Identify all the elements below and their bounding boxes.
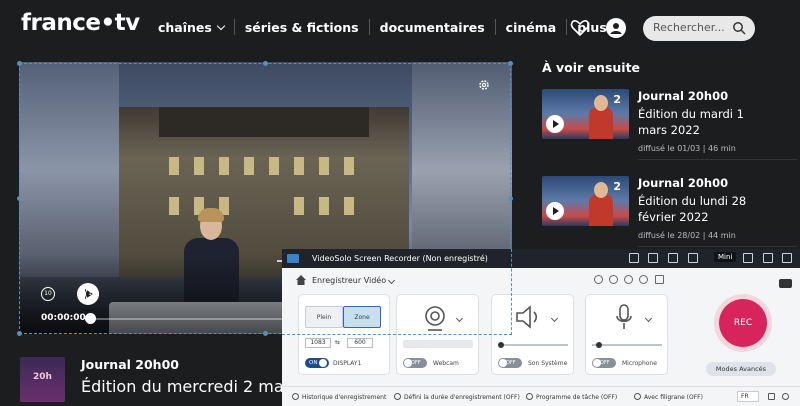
cart-icon[interactable] <box>629 253 639 263</box>
card-description: Édition du mardi 1 mars 2022 <box>638 107 744 137</box>
search-input[interactable]: Rechercher... <box>643 16 755 41</box>
collapse-icon[interactable] <box>782 393 789 400</box>
clock-icon[interactable] <box>609 275 618 284</box>
width-input[interactable]: 1083 <box>305 338 331 348</box>
mode-dropdown[interactable]: Enregistreur Vidéo <box>312 276 395 285</box>
france-tv-logo[interactable]: france•tv <box>21 10 140 36</box>
heart-icon[interactable] <box>570 18 590 38</box>
nav-series-fictions[interactable]: séries & fictions <box>245 20 359 35</box>
recorder-titlebar[interactable]: VideoSolo Screen Recorder (Non enregistr… <box>282 249 800 268</box>
chevron-down-icon <box>216 21 226 30</box>
schedule-icon[interactable] <box>526 393 533 400</box>
play-icon[interactable] <box>546 115 564 133</box>
fullscreen-button[interactable]: Plein <box>305 306 343 328</box>
speaker-icon[interactable] <box>514 304 544 330</box>
chevron-down-icon[interactable] <box>644 314 653 323</box>
card-thumbnail[interactable]: 2 <box>542 89 629 139</box>
recorder-footer: Historique d'enregistrement Défini la du… <box>282 386 800 406</box>
microphone-icon[interactable] <box>614 303 634 331</box>
system-volume-slider[interactable] <box>498 344 568 346</box>
up-next-card[interactable]: 2 Journal 20h00 Édition du mardi 1 mars … <box>542 63 757 153</box>
pin-icon[interactable] <box>743 253 753 263</box>
fullscreen-icon[interactable] <box>768 393 775 400</box>
card-title: Journal 20h00 <box>638 89 729 103</box>
task-schedule-link[interactable]: Programme de tâche (OFF) <box>536 394 617 401</box>
nav-chaines[interactable]: chaînes <box>158 20 226 35</box>
watermark-link[interactable]: Avec filigrane (OFF) <box>644 394 703 401</box>
region-handle[interactable] <box>17 196 22 201</box>
webcam-icon[interactable] <box>423 305 447 331</box>
app-icon <box>287 254 299 263</box>
region-handle[interactable] <box>17 331 22 336</box>
display-select[interactable]: DISPLAY1 <box>333 360 361 367</box>
region-handle[interactable] <box>508 196 513 201</box>
card-description: Édition du lundi 28 février 2022 <box>638 194 747 224</box>
program-title: Journal 20h00 <box>81 357 179 372</box>
nav-documentaires[interactable]: documentaires <box>380 20 485 35</box>
record-button[interactable]: REC <box>719 299 767 347</box>
advanced-modes-button[interactable]: Modes Avancés <box>706 362 776 376</box>
chevron-down-icon[interactable] <box>455 314 464 323</box>
page-root: france•tv chaînes séries & fictions docu… <box>0 0 800 406</box>
user-account-icon[interactable] <box>606 18 626 38</box>
home-icon[interactable] <box>296 275 306 285</box>
minimize-icon[interactable] <box>763 253 773 263</box>
main-nav: chaînes séries & fictions documentaires … <box>158 19 621 35</box>
height-input[interactable]: 600 <box>347 338 373 348</box>
mouse-icon[interactable] <box>639 275 648 284</box>
feedback-icon[interactable] <box>668 253 678 263</box>
snapshot-camera-icon[interactable] <box>779 279 792 288</box>
mini-button[interactable]: Mini <box>714 252 737 262</box>
speaker-icon[interactable] <box>624 275 633 284</box>
search-icon[interactable] <box>732 21 746 35</box>
site-header: france•tv chaînes séries & fictions docu… <box>0 0 800 56</box>
menu-icon[interactable] <box>688 253 698 263</box>
up-next-card[interactable]: 2 Journal 20h00 Édition du lundi 28 févr… <box>542 150 757 240</box>
fps-icon[interactable] <box>655 275 664 284</box>
timer-icon[interactable] <box>394 393 401 400</box>
list-icon[interactable] <box>292 393 299 400</box>
episode-title: Édition du mercredi 2 mars <box>81 377 299 396</box>
microphone-module: OFF Microphone <box>585 294 668 375</box>
custom-zone-button[interactable]: Zone <box>343 306 381 328</box>
region-handle[interactable] <box>508 61 513 66</box>
region-handle[interactable] <box>17 61 22 66</box>
play-icon[interactable] <box>546 202 564 220</box>
link-icon[interactable]: ⇆ <box>335 339 340 346</box>
program-thumbnail[interactable]: 20h <box>20 357 65 402</box>
screen-recorder-window[interactable]: VideoSolo Screen Recorder (Non enregistr… <box>282 249 800 406</box>
card-meta: diffusé le 28/02 | 44 min <box>638 231 736 240</box>
chevron-down-icon[interactable] <box>550 314 559 323</box>
mic-volume-slider[interactable] <box>592 344 662 346</box>
language-select[interactable]: FR <box>737 391 759 402</box>
nav-cinema[interactable]: cinéma <box>506 20 557 35</box>
history-link[interactable]: Historique d'enregistrement <box>302 394 386 401</box>
channel-logo: 2 <box>613 180 621 193</box>
watermark-icon[interactable] <box>634 393 641 400</box>
region-guide <box>282 334 512 335</box>
recorder-toolbar: Enregistreur Vidéo <box>282 268 692 290</box>
card-thumbnail[interactable]: 2 <box>542 176 629 226</box>
region-handle[interactable] <box>263 331 268 336</box>
region-guide <box>511 249 512 335</box>
duration-link[interactable]: Défini la durée d'enregistrement (OFF) <box>404 394 520 401</box>
chevron-down-icon <box>387 276 395 285</box>
settings-icon[interactable] <box>594 275 603 284</box>
key-icon[interactable] <box>648 253 658 263</box>
region-handle[interactable] <box>263 61 268 66</box>
close-icon[interactable] <box>782 253 792 263</box>
channel-logo: 2 <box>613 93 621 106</box>
card-title: Journal 20h00 <box>638 176 729 190</box>
